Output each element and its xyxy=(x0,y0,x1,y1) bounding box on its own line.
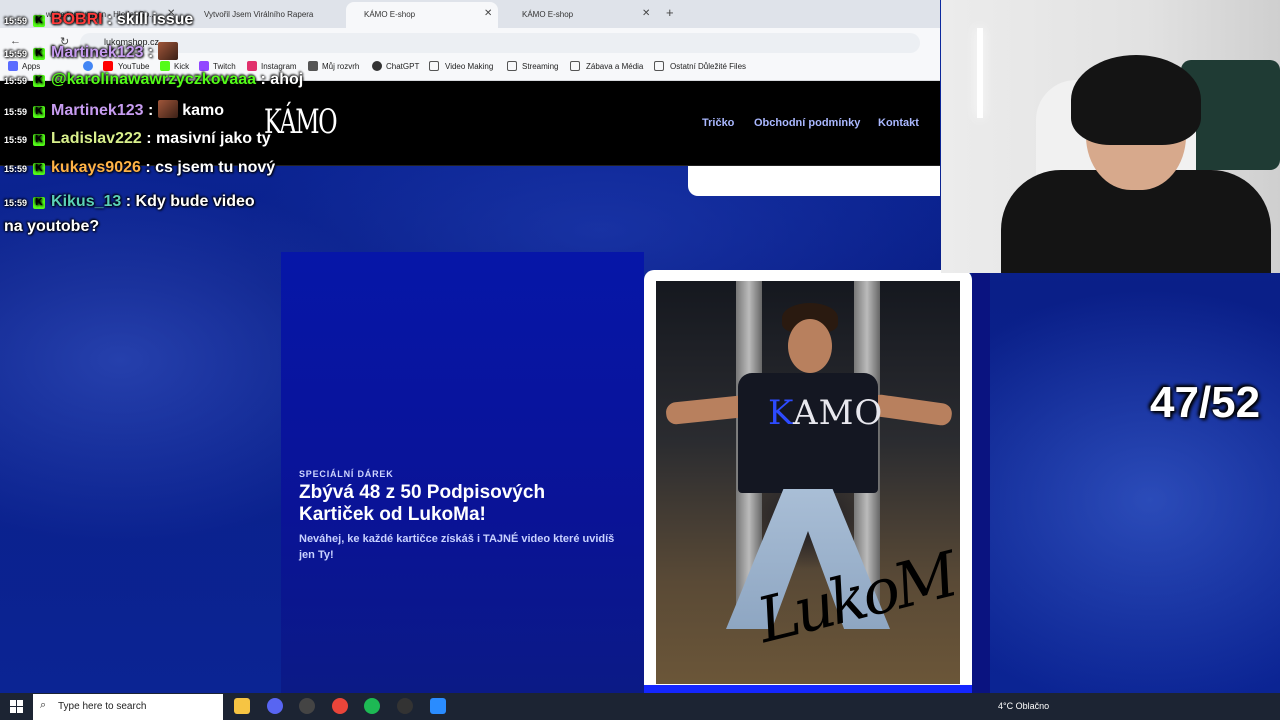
chrome-icon[interactable] xyxy=(332,698,348,714)
kick-badge-icon: K xyxy=(33,48,46,60)
kick-badge-icon: K xyxy=(33,106,46,118)
close-icon[interactable]: ✕ xyxy=(642,8,650,19)
bookmark-youtube[interactable]: YouTube xyxy=(118,62,149,71)
webcam-light xyxy=(977,28,983,118)
folder-icon xyxy=(507,61,517,71)
obs-icon[interactable] xyxy=(299,698,315,714)
goal-counter: 47/52 xyxy=(1150,378,1261,427)
chat-message: 15:59 K Martinek123 : kamo xyxy=(4,100,224,119)
windows-start-icon[interactable] xyxy=(10,700,23,713)
kick-badge-icon: K xyxy=(33,134,46,146)
bookmark-apps[interactable]: Apps xyxy=(22,62,40,71)
bookmark-ostatni[interactable]: Ostatní Důležité Files xyxy=(670,62,746,71)
twitch-icon xyxy=(199,61,209,71)
emote-icon xyxy=(157,42,178,60)
kick-badge-icon: K xyxy=(33,197,46,209)
chat-message: 15:59 K Martinek123 : xyxy=(4,42,178,62)
nav-link-obchodni-podminky[interactable]: Obchodní podmínky xyxy=(754,117,860,129)
bookmark-zabava[interactable]: Zábava a Média xyxy=(586,62,643,71)
person-head xyxy=(788,319,832,373)
hero-title: Zbývá 48 z 50 Podpisových Kartiček od Lu… xyxy=(299,482,546,525)
emote-icon xyxy=(157,100,178,118)
folder-icon xyxy=(570,61,580,71)
browser-tab-active[interactable]: KÁMO E-shop xyxy=(346,2,498,28)
site-logo[interactable]: KÁMO xyxy=(264,102,338,142)
nav-link-kontakt[interactable]: Kontakt xyxy=(878,117,919,129)
bookmark-kick[interactable]: Kick xyxy=(174,62,189,71)
youtube-icon xyxy=(103,61,113,71)
kick-badge-icon: K xyxy=(33,163,46,175)
weather-widget[interactable]: 4°C Oblačno xyxy=(998,701,1049,711)
schedule-icon xyxy=(308,61,318,71)
bookmark-streaming[interactable]: Streaming xyxy=(522,62,558,71)
shirt-print: KAMO xyxy=(768,393,884,433)
chatgpt-icon xyxy=(372,61,382,71)
apps-grid-icon[interactable] xyxy=(8,61,18,71)
new-tab-button[interactable]: + xyxy=(666,5,674,20)
spotify-icon[interactable] xyxy=(364,698,380,714)
discord-icon[interactable] xyxy=(267,698,283,714)
bookmark-schedule[interactable]: Můj rozvrh xyxy=(322,62,359,71)
folder-icon xyxy=(429,61,439,71)
hero-eyebrow: SPECIÁLNÍ DÁREK xyxy=(299,469,394,479)
webcam-person-hair xyxy=(1071,55,1201,145)
kick-badge-icon: K xyxy=(33,15,46,27)
person-shirt xyxy=(738,373,878,493)
hero-description: Neváhej, ke každé kartičce získáš i TAJN… xyxy=(299,533,615,561)
google-icon[interactable] xyxy=(83,61,93,71)
chat-message: 15:59 K @karolinawawrzyczkovaaa : ahoj xyxy=(4,71,304,88)
card-strip xyxy=(644,685,972,693)
bookmark-twitch[interactable]: Twitch xyxy=(213,62,236,71)
card-photo: KAMO LukoM xyxy=(656,281,960,684)
kick-icon xyxy=(160,61,170,71)
nav-link-tricko[interactable]: Tričko xyxy=(702,117,734,129)
webcam-feed xyxy=(941,0,1280,273)
chat-message: 15:59 Kkukays9026 : cs jsem tu nový xyxy=(4,159,276,176)
instagram-icon xyxy=(247,61,257,71)
search-icon: ⌕ xyxy=(40,699,47,711)
chat-message: 15:59 K Ladislav222 : masivní jako ty xyxy=(4,130,271,147)
app-icon[interactable] xyxy=(430,698,446,714)
chat-message: 15:59 K Kikus_13 : Kdy bude video na youto… xyxy=(4,193,255,235)
header-dropdown-panel xyxy=(688,166,940,196)
hero-side-panel xyxy=(972,272,990,693)
browser-tab[interactable]: Vytvořil Jsem Virálního Rapera xyxy=(186,2,344,28)
chat-message: 15:59 K BOBRI : skill issue xyxy=(4,11,194,28)
folder-icon xyxy=(654,61,664,71)
kick-badge-icon: K xyxy=(33,75,46,87)
file-explorer-icon[interactable] xyxy=(234,698,250,714)
bookmark-video-making[interactable]: Video Making xyxy=(445,62,493,71)
obs-studio-icon[interactable] xyxy=(397,698,413,714)
browser-tab[interactable]: KÁMO E-shop xyxy=(504,2,656,28)
bookmark-instagram[interactable]: Instagram xyxy=(261,62,297,71)
taskbar-search-placeholder: Type here to search xyxy=(58,701,147,712)
bookmark-chatgpt[interactable]: ChatGPT xyxy=(386,62,419,71)
address-bar[interactable] xyxy=(80,33,920,53)
close-icon[interactable]: ✕ xyxy=(484,8,492,19)
